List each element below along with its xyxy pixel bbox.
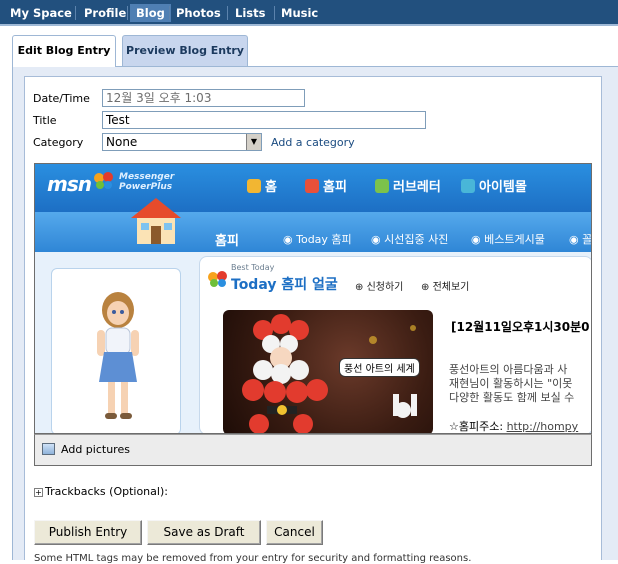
nav-item-my-space[interactable]: My Space <box>4 4 78 22</box>
hompi-url: ☆홈피주소: http://hompy <box>449 418 579 433</box>
msn-butterfly-icon <box>94 172 113 189</box>
save-as-draft-button[interactable]: Save as Draft <box>147 520 261 545</box>
section-title: 홈피 <box>215 234 239 249</box>
apply-link-label: 신청하기 <box>366 282 404 293</box>
sub-link-label: Today 홈피 <box>296 233 352 246</box>
sub-link-label: 시선집중 사진 <box>384 233 449 246</box>
category-label: Category <box>33 136 84 149</box>
msn-menu-label: 홈 <box>265 180 277 195</box>
top-navigation-bar: My Space Profile Blog Photos Lists Music <box>0 0 618 26</box>
msn-logo-subtitle: Messenger PowerPlus <box>119 172 175 192</box>
photo-caption: 풍선 아트의 세계 <box>339 358 420 377</box>
publish-entry-button[interactable]: Publish Entry <box>34 520 142 545</box>
cancel-button[interactable]: Cancel <box>266 520 323 545</box>
nav-item-blog[interactable]: Blog <box>130 4 171 22</box>
sub-link-best-posts: ◉ 베스트게시물 <box>471 233 545 246</box>
nav-divider <box>75 6 76 20</box>
nav-item-lists[interactable]: Lists <box>229 4 271 22</box>
msn-menu-label: 홈피 <box>323 180 347 195</box>
plus-expand-icon[interactable]: + <box>34 488 43 497</box>
entry-body-editor[interactable]: msn Messenger PowerPlus 홈 홈피 러브레터 아이템몰 홈… <box>34 163 592 434</box>
sub-link-label: 베스트게시물 <box>484 233 545 246</box>
category-select[interactable]: None ▼ <box>102 133 262 151</box>
html-disclaimer-text: Some HTML tags may be removed from your … <box>34 553 472 564</box>
best-today-label: Best Today <box>231 263 275 272</box>
shopping-bag-icon <box>461 179 475 193</box>
nav-item-photos[interactable]: Photos <box>170 4 227 22</box>
date-time-label: Date/Time <box>33 92 90 105</box>
castle-icon <box>247 179 261 193</box>
msn-menu-loveletter: 러브레터 <box>375 176 441 195</box>
add-pictures-button[interactable]: Add pictures <box>34 434 592 466</box>
add-category-link[interactable]: Add a category <box>271 136 355 149</box>
nav-divider <box>127 6 128 20</box>
nav-divider <box>227 6 228 20</box>
title-label: Title <box>33 114 57 127</box>
msn-menu-home: 홈 <box>247 176 277 195</box>
trackbacks-label: Trackbacks (Optional): <box>45 485 168 498</box>
today-hompi-title: Today 홈피 얼굴 <box>231 277 338 293</box>
msn-menu-itemmall: 아이템몰 <box>461 176 527 195</box>
chevron-down-icon[interactable]: ▼ <box>246 134 261 150</box>
date-time-field[interactable]: 12월 3일 오후 1:03 <box>102 89 305 107</box>
sub-link-label: 꼴 <box>582 233 592 246</box>
avatar <box>97 292 139 419</box>
sub-link-today-hompi: ◉ Today 홈피 <box>283 233 352 246</box>
msn-menu-label: 러브레터 <box>393 180 441 195</box>
nav-item-music[interactable]: Music <box>275 4 324 22</box>
msn-menu-label: 아이템몰 <box>479 180 527 195</box>
news-headline: [12월11일오후1시30분0 <box>451 320 590 334</box>
hompi-url-label: ☆홈피주소: <box>449 420 504 433</box>
news-text-line: 다양한 활동도 함께 보실 수 <box>449 391 575 404</box>
view-all-link: ⊕ 전체보기 <box>421 282 470 293</box>
trackbacks-toggle[interactable]: + Trackbacks (Optional): <box>34 485 168 498</box>
msn-menu-hompi: 홈피 <box>305 176 347 195</box>
add-pictures-label: Add pictures <box>61 443 130 456</box>
picture-icon <box>42 443 55 455</box>
msn-logo: msn <box>47 172 92 196</box>
butterfly-icon <box>208 271 227 287</box>
sub-link-more: ◉ 꼴 <box>569 233 592 246</box>
category-selected-value: None <box>106 135 138 149</box>
title-input[interactable]: Test <box>102 111 426 129</box>
tab-edit-blog-entry[interactable]: Edit Blog Entry <box>12 35 116 67</box>
nav-item-profile[interactable]: Profile <box>78 4 132 22</box>
view-all-link-label: 전체보기 <box>432 282 470 293</box>
tab-preview-blog-entry[interactable]: Preview Blog Entry <box>122 35 248 66</box>
gift-icon <box>305 179 319 193</box>
hompi-url-value: http://hompy <box>506 420 579 433</box>
house-icon <box>131 198 181 244</box>
apply-link: ⊕ 신청하기 <box>355 282 404 293</box>
sub-link-spotlight-photos: ◉ 시선집중 사진 <box>371 233 449 246</box>
letter-icon <box>375 179 389 193</box>
